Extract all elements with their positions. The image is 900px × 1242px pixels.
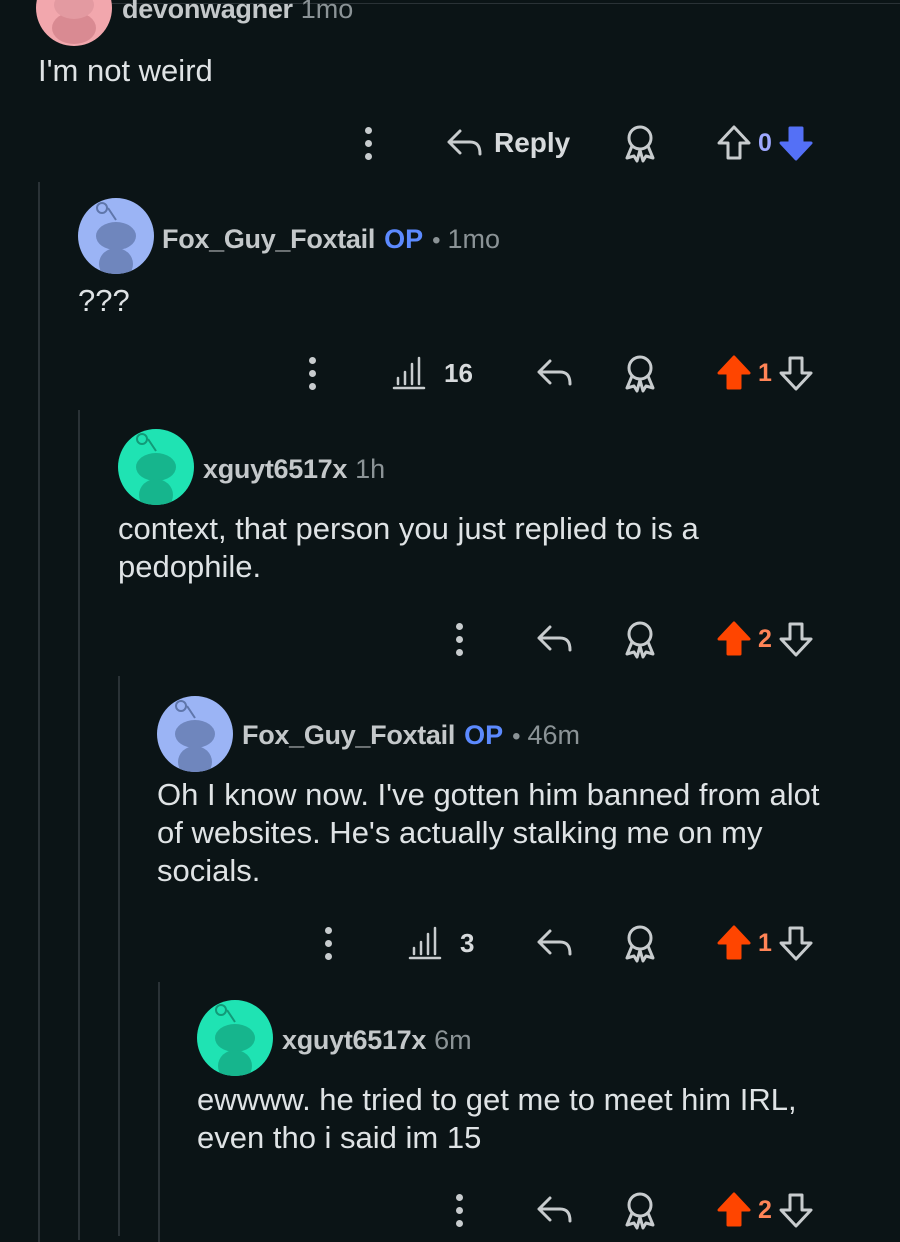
award-button[interactable]	[622, 614, 658, 664]
username[interactable]: xguyt6517x	[203, 454, 347, 485]
comment-body: ???	[78, 283, 130, 318]
downvote-arrow-icon[interactable]	[778, 1190, 814, 1230]
vote-group: 1	[716, 918, 814, 968]
reply-arrow-icon	[537, 1196, 572, 1223]
comment-action-bar: 16 1	[0, 348, 900, 398]
reply-arrow-icon	[537, 625, 572, 652]
comment-meta: xguyt6517x 1h	[203, 454, 385, 485]
op-badge: OP	[384, 224, 424, 254]
comment-body: context, that person you just replied to…	[118, 511, 699, 584]
username[interactable]: xguyt6517x	[282, 1025, 426, 1056]
more-options-button[interactable]	[456, 1185, 463, 1235]
bar-chart-icon	[392, 356, 426, 390]
more-options-button[interactable]	[456, 614, 463, 664]
award-icon	[625, 925, 655, 963]
separator-dot: •	[432, 227, 441, 254]
vote-group: 0	[716, 118, 814, 168]
award-icon	[625, 621, 655, 659]
vote-group: 2	[716, 1185, 814, 1235]
vote-count: 0	[758, 128, 772, 157]
vote-count: 1	[758, 358, 772, 387]
reply-button[interactable]	[536, 918, 574, 968]
snoo-avatar-icon	[78, 198, 154, 274]
reply-arrow-icon	[447, 129, 482, 156]
comment-body: Oh I know now. I've gotten him banned fr…	[157, 777, 820, 888]
comment-meta: Fox_Guy_Foxtail OP • 1mo	[162, 224, 500, 255]
more-vertical-icon	[365, 126, 372, 134]
vote-group: 1	[716, 348, 814, 398]
award-button[interactable]	[622, 348, 658, 398]
views-button[interactable]: 16	[392, 348, 473, 398]
reply-arrow-icon	[537, 929, 572, 956]
snoo-avatar-icon	[197, 1000, 273, 1076]
thread-line-2	[78, 410, 80, 1240]
avatar[interactable]	[197, 1000, 273, 1076]
award-icon	[625, 355, 655, 393]
avatar[interactable]	[78, 198, 154, 274]
snoo-avatar-icon	[157, 696, 233, 772]
comment-meta: devonwagner 1mo	[122, 0, 353, 25]
more-options-button[interactable]	[309, 348, 316, 398]
comment-meta: xguyt6517x 6m	[282, 1025, 472, 1056]
award-button[interactable]	[622, 1185, 658, 1235]
snoo-avatar-icon	[118, 429, 194, 505]
avatar[interactable]	[157, 696, 233, 772]
comment-body: ewwww. he tried to get me to meet him IR…	[197, 1082, 797, 1155]
reply-arrow-icon	[537, 359, 572, 386]
timestamp: 6m	[434, 1025, 472, 1055]
more-options-button[interactable]	[325, 918, 332, 968]
separator-dot: •	[512, 723, 521, 750]
reply-label: Reply	[494, 127, 571, 158]
username[interactable]: Fox_Guy_Foxtail	[242, 720, 455, 751]
username[interactable]: devonwagner	[122, 0, 293, 25]
downvote-arrow-icon[interactable]	[778, 619, 814, 659]
comment-action-bar: 2	[0, 1185, 900, 1235]
comment-body: I'm not weird	[38, 53, 213, 88]
thread-line-1	[38, 182, 40, 1242]
vote-group: 2	[716, 614, 814, 664]
avatar[interactable]	[36, 0, 112, 46]
upvote-arrow-icon[interactable]	[716, 923, 752, 963]
views-button[interactable]: 3	[408, 918, 474, 968]
reply-button[interactable]	[536, 614, 574, 664]
comment-action-bar: Reply 0	[0, 118, 900, 168]
timestamp: 46m	[527, 720, 581, 750]
vote-count: 1	[758, 928, 772, 957]
upvote-arrow-icon[interactable]	[716, 619, 752, 659]
vote-count: 2	[758, 1195, 772, 1224]
downvote-arrow-icon[interactable]	[778, 923, 814, 963]
comment-meta: Fox_Guy_Foxtail OP • 46m	[242, 720, 580, 751]
timestamp: 1mo	[300, 0, 354, 24]
views-count: 3	[460, 927, 475, 958]
reply-button[interactable]	[536, 348, 574, 398]
upvote-arrow-icon[interactable]	[716, 353, 752, 393]
vote-count: 2	[758, 624, 772, 653]
more-vertical-icon	[456, 622, 463, 630]
timestamp: 1h	[355, 454, 386, 484]
bar-chart-icon	[408, 926, 442, 960]
more-vertical-icon	[309, 356, 316, 364]
avatar[interactable]	[118, 429, 194, 505]
award-icon	[625, 1192, 655, 1230]
reply-button[interactable]	[536, 1185, 574, 1235]
upvote-arrow-icon[interactable]	[716, 123, 752, 163]
comment-action-bar: 2	[0, 614, 900, 664]
more-vertical-icon	[456, 1193, 463, 1201]
views-count: 16	[444, 357, 473, 388]
op-badge: OP	[464, 720, 504, 750]
downvote-arrow-icon[interactable]	[778, 353, 814, 393]
more-vertical-icon	[325, 926, 332, 934]
award-button[interactable]	[622, 118, 658, 168]
award-button[interactable]	[622, 918, 658, 968]
timestamp: 1mo	[447, 224, 501, 254]
award-icon	[625, 125, 655, 163]
snoo-avatar-icon	[36, 0, 112, 46]
downvote-arrow-icon[interactable]	[778, 123, 814, 163]
reply-button[interactable]: Reply	[446, 118, 570, 168]
upvote-arrow-icon[interactable]	[716, 1190, 752, 1230]
more-options-button[interactable]	[365, 118, 372, 168]
comment-action-bar: 3 1	[0, 918, 900, 968]
username[interactable]: Fox_Guy_Foxtail	[162, 224, 375, 255]
